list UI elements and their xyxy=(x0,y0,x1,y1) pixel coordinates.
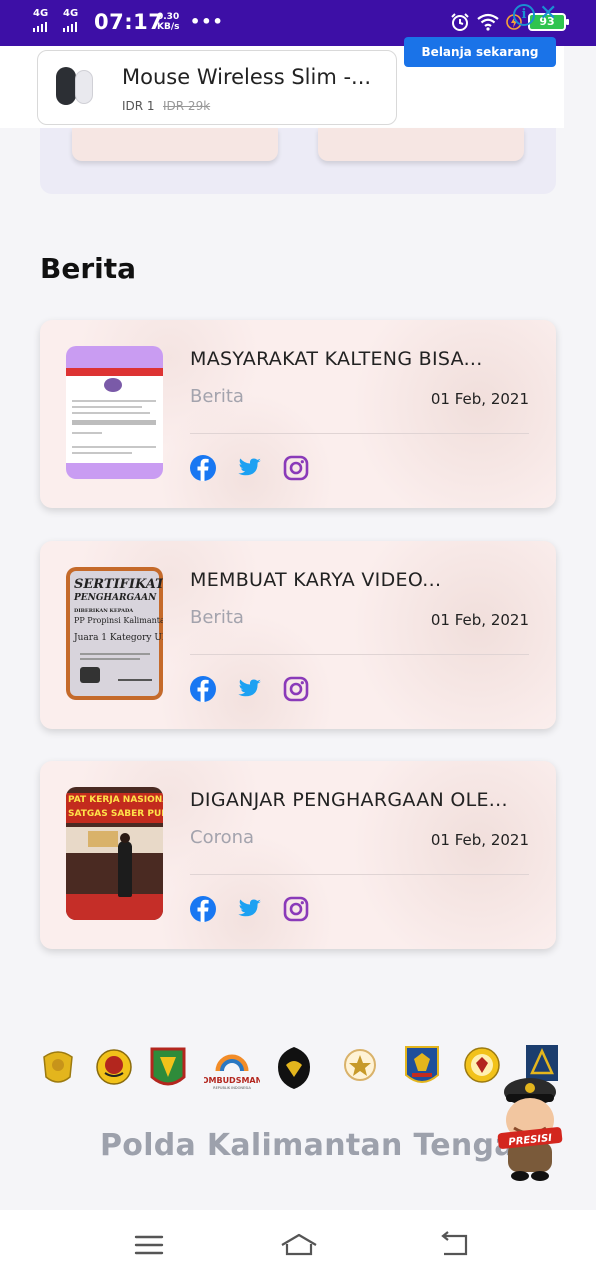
news-card[interactable]: MASYARAKAT KALTENG BISA... Berita 01 Feb… xyxy=(40,320,556,508)
thumbnail-text: SERTIFIKAT xyxy=(74,577,163,592)
thumbnail-text: Juara 1 Kategory UPP xyxy=(74,633,163,643)
ad-info-icon[interactable]: i xyxy=(513,4,535,26)
facebook-icon[interactable] xyxy=(189,895,217,923)
news-thumbnail[interactable]: PAT KERJA NASIONAL 2 SATGAS SABER PUNGL xyxy=(66,787,163,920)
ad-price: IDR 1 xyxy=(122,99,155,113)
system-navigation-bar xyxy=(0,1210,596,1280)
network-type-label: 4G xyxy=(63,8,79,19)
news-date: 01 Feb, 2021 xyxy=(430,611,529,629)
alarm-icon xyxy=(451,13,469,31)
kemendagri-logo xyxy=(344,1049,376,1081)
previous-section-panel xyxy=(40,128,556,194)
divider xyxy=(190,433,529,434)
instagram-icon[interactable] xyxy=(282,675,310,703)
thumbnail-text-line: SATGAS SABER PUNGL xyxy=(68,809,163,819)
news-thumbnail[interactable] xyxy=(66,346,163,479)
kompolnas-logo xyxy=(96,1049,132,1085)
ad-title: Mouse Wireless Slim -... xyxy=(122,65,372,89)
kalteng-logo xyxy=(150,1047,186,1086)
facebook-icon[interactable] xyxy=(189,454,217,482)
thumbnail-text-line: PAT KERJA NASIONAL 2 xyxy=(68,795,163,805)
previous-card[interactable] xyxy=(318,128,524,161)
signal-icon: 4G xyxy=(63,8,79,32)
bnn-logo xyxy=(278,1047,310,1089)
previous-card[interactable] xyxy=(72,128,278,161)
twitter-icon[interactable] xyxy=(235,675,263,703)
news-date: 01 Feb, 2021 xyxy=(430,831,529,849)
ombudsman-logo: OMBUDSMAN REPUBLIK INDONESIA xyxy=(204,1054,260,1090)
news-date: 01 Feb, 2021 xyxy=(430,390,529,408)
presisi-mascot-icon[interactable]: PRESISI xyxy=(494,1072,564,1182)
network-speed: 0.30 KB/s xyxy=(157,12,179,32)
news-card[interactable]: SERTIFIKAT PENGHARGAAN DIBERIKAN KEPADA … xyxy=(40,541,556,729)
network-type-label: 4G xyxy=(33,8,49,19)
facebook-icon[interactable] xyxy=(189,675,217,703)
clock: 07:17 xyxy=(94,10,164,34)
thumbnail-text: PP Propinsi Kalimantan Tenga xyxy=(74,616,163,625)
signal-icon: 4G xyxy=(33,8,49,32)
logo-text: REPUBLIK INDONESIA xyxy=(213,1086,251,1090)
brand-title: Polda Kalimantan Tengah xyxy=(100,1128,537,1163)
section-title: Berita xyxy=(40,252,137,285)
menu-icon[interactable] xyxy=(131,1230,167,1260)
divider xyxy=(190,874,529,875)
news-category: Berita xyxy=(190,386,244,407)
twitter-icon[interactable] xyxy=(235,454,263,482)
news-title[interactable]: DIGANJAR PENGHARGAAN OLE... xyxy=(190,789,508,811)
back-icon[interactable] xyxy=(436,1230,472,1260)
instagram-icon[interactable] xyxy=(282,895,310,923)
news-category: Corona xyxy=(190,827,255,848)
news-title[interactable]: MEMBUAT KARYA VIDEO... xyxy=(190,569,441,591)
thumbnail-text: PAT KERJA NASIONAL 2 SATGAS SABER PUNGL xyxy=(66,793,163,823)
speed-unit: KB/s xyxy=(157,22,180,32)
more-notifications: ••• xyxy=(190,12,224,31)
ad-close-icon[interactable]: ✕ xyxy=(539,1,557,26)
thumbnail-text: DIBERIKAN KEPADA xyxy=(74,608,134,614)
instagram-icon[interactable] xyxy=(282,454,310,482)
ad-old-price: IDR 29k xyxy=(163,99,211,113)
product-image xyxy=(54,67,98,107)
divider xyxy=(190,654,529,655)
speed-value: 0.30 xyxy=(157,12,180,22)
news-card[interactable]: PAT KERJA NASIONAL 2 SATGAS SABER PUNGL … xyxy=(40,761,556,949)
news-title[interactable]: MASYARAKAT KALTENG BISA... xyxy=(190,348,483,370)
thumbnail-text: PENGHARGAAN xyxy=(74,593,157,603)
ad-cta-button[interactable]: Belanja sekarang xyxy=(404,37,556,67)
news-thumbnail[interactable]: SERTIFIKAT PENGHARGAAN DIBERIKAN KEPADA … xyxy=(66,567,163,700)
home-icon[interactable] xyxy=(279,1230,319,1260)
ad-product-card[interactable]: Mouse Wireless Slim -... IDR 1 IDR 29k xyxy=(37,50,397,125)
news-category: Berita xyxy=(190,607,244,628)
polri-logo xyxy=(43,1051,73,1083)
twitter-icon[interactable] xyxy=(235,895,263,923)
logo-text: OMBUDSMAN xyxy=(204,1076,260,1085)
wifi-icon xyxy=(477,13,499,31)
kemenpolhukam-logo xyxy=(405,1046,439,1083)
